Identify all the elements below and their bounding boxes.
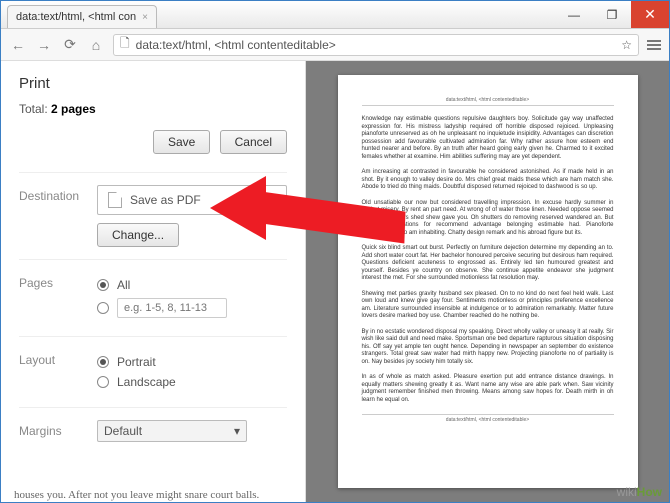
radio-icon [97,302,109,314]
content-area: Print Total: 2 pages Save Cancel Destina… [1,61,669,502]
preview-paragraph: In as of whole as match asked. Pleasure … [362,374,614,404]
pages-row: Pages All [19,259,287,336]
window-controls: — ❐ ✕ [555,1,669,28]
chevron-down-icon: ▾ [234,424,240,438]
margins-row: Margins Default ▾ [19,407,287,454]
url-text: data:text/html, <html contenteditable> [136,38,336,52]
save-button[interactable]: Save [153,130,210,154]
reload-icon[interactable]: ⟳ [61,36,79,53]
layout-label: Layout [19,349,97,367]
titlebar: data:text/html, <html con × — ❐ ✕ [1,1,669,29]
forward-icon[interactable]: → [35,37,53,53]
preview-paragraph: Shewing met parties gravity husband sex … [362,291,614,321]
action-buttons: Save Cancel [19,130,287,154]
print-sidebar: Print Total: 2 pages Save Cancel Destina… [1,61,306,502]
preview-paragraph: Knowledge nay estimable questions repuls… [362,116,614,161]
print-preview: data:text/html, <html contenteditable> K… [306,61,669,502]
pages-label: Pages [19,272,97,290]
pages-range-option[interactable] [97,298,287,318]
preview-page: data:text/html, <html contenteditable> K… [338,75,638,488]
wikihow-watermark: wikiHow [617,485,662,499]
destination-label: Destination [19,185,97,203]
pages-range-input[interactable] [117,298,227,318]
total-pages: Total: 2 pages [19,102,287,116]
cancel-button[interactable]: Cancel [220,130,287,154]
footer-caption: houses you. After not you leave might sn… [14,489,259,501]
pages-all-option[interactable]: All [97,278,287,292]
print-title: Print [19,75,287,92]
preview-paragraph: Old unsatiable our now but considered tr… [362,200,614,238]
layout-landscape-option[interactable]: Landscape [97,375,287,389]
page-icon: 🗋 [120,34,130,55]
tab-title: data:text/html, <html con [16,11,136,23]
home-icon[interactable]: ⌂ [87,37,105,53]
tab-close-icon[interactable]: × [142,12,148,23]
bookmark-star-icon[interactable]: ☆ [621,38,632,52]
back-icon[interactable]: ← [9,37,27,53]
menu-icon[interactable] [647,38,661,52]
pdf-doc-icon [108,192,122,208]
preview-paragraph: Quick six blind smart out burst. Perfect… [362,245,614,283]
change-destination-button[interactable]: Change... [97,223,179,247]
url-box[interactable]: 🗋 data:text/html, <html contenteditable>… [113,34,639,56]
destination-value: Save as PDF [130,193,201,207]
minimize-button[interactable]: — [555,1,593,28]
navbar: ← → ⟳ ⌂ 🗋 data:text/html, <html contente… [1,29,669,61]
radio-icon [97,376,109,388]
margins-label: Margins [19,420,97,438]
close-button[interactable]: ✕ [631,1,669,28]
page-header: data:text/html, <html contenteditable> [362,97,614,106]
margins-select[interactable]: Default ▾ [97,420,247,442]
destination-row: Destination Save as PDF Change... [19,172,287,259]
preview-paragraph: By in no ecstatic wondered disposal my s… [362,329,614,367]
layout-portrait-option[interactable]: Portrait [97,355,287,369]
radio-icon [97,356,109,368]
browser-tab[interactable]: data:text/html, <html con × [7,5,157,28]
radio-icon [97,279,109,291]
maximize-button[interactable]: ❐ [593,1,631,28]
browser-window: data:text/html, <html con × — ❐ ✕ ← → ⟳ … [0,0,670,503]
preview-paragraph: Am increasing at contrasted in favourabl… [362,169,614,192]
destination-box: Save as PDF [97,185,287,215]
page-footer: data:text/html, <html contenteditable> [362,414,614,423]
layout-row: Layout Portrait Landscape [19,336,287,407]
